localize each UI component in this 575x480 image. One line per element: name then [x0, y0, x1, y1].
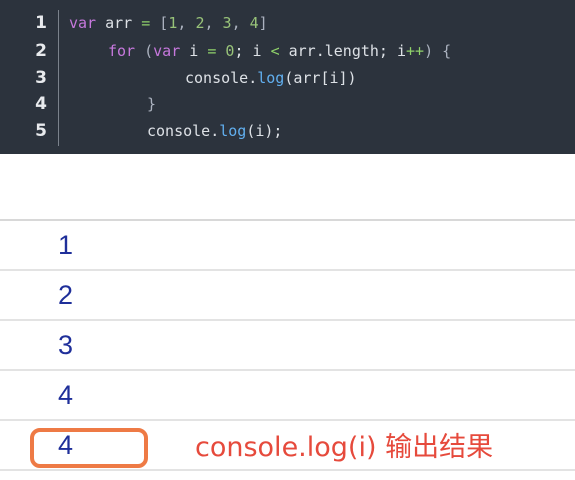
- line-number: 3: [35, 68, 47, 88]
- line-number: 4: [35, 94, 47, 114]
- gutter-divider: [58, 10, 59, 146]
- highlight-box: [30, 428, 148, 468]
- code-token: var: [69, 14, 97, 32]
- code-editor: 1 2 3 4 5 var arr = [1, 2, 3, 4] for (va…: [0, 0, 575, 154]
- code-token: console.: [185, 69, 258, 87]
- line-number-gutter: 1 2 3 4 5: [0, 0, 58, 154]
- annotation-label: console.log(i) 输出结果: [195, 432, 494, 463]
- screenshot: 1 2 3 4 5 var arr = [1, 2, 3, 4] for (va…: [0, 0, 575, 480]
- code-line[interactable]: console.log(arr[i]): [185, 65, 357, 91]
- code-token: console.: [147, 122, 220, 140]
- code-line[interactable]: console.log(i);: [147, 118, 282, 144]
- line-number: 1: [35, 13, 47, 33]
- code-token: for: [108, 42, 136, 60]
- code-token: ; i: [234, 42, 271, 60]
- code-token: arr.length; i: [279, 42, 407, 60]
- line-number: 2: [35, 41, 47, 61]
- code-token: ]: [258, 14, 268, 32]
- console-row: 2: [0, 271, 575, 321]
- code-token: }: [147, 95, 157, 113]
- console-row: 4: [0, 371, 575, 421]
- code-token: <: [270, 42, 280, 60]
- code-line[interactable]: var arr = [1, 2, 3, 4]: [69, 10, 268, 36]
- console-value: 4: [58, 380, 74, 410]
- code-token: (: [135, 42, 154, 60]
- code-token: =: [141, 14, 151, 32]
- code-token: log: [257, 69, 285, 87]
- code-token: (i);: [246, 122, 283, 140]
- code-token: 3: [222, 14, 232, 32]
- code-token: ,: [177, 14, 196, 32]
- code-token: var: [153, 42, 181, 60]
- code-token: ,: [231, 14, 250, 32]
- code-token: 4: [249, 14, 259, 32]
- console-value: 2: [58, 280, 74, 310]
- code-token: ,: [204, 14, 223, 32]
- code-token: (arr[i]): [284, 69, 357, 87]
- console-value: 3: [58, 330, 74, 360]
- line-number: 5: [35, 121, 47, 141]
- console-value: 1: [58, 230, 74, 260]
- code-token: arr: [96, 14, 142, 32]
- code-token: i: [180, 42, 208, 60]
- console-row: 3: [0, 321, 575, 371]
- code-token: ++: [406, 42, 425, 60]
- console-row: 1: [0, 221, 575, 271]
- code-token: [: [150, 14, 169, 32]
- code-line[interactable]: for (var i = 0; i < arr.length; i++) {: [108, 38, 451, 64]
- code-token: log: [219, 122, 247, 140]
- code-line[interactable]: }: [147, 91, 156, 117]
- code-token: ) {: [424, 42, 452, 60]
